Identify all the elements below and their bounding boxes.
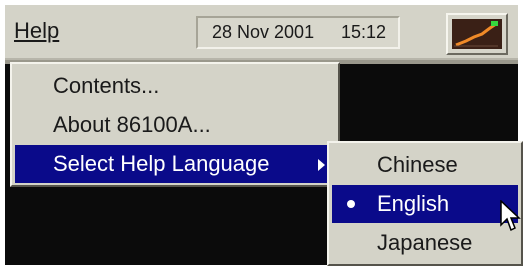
help-dropdown-menu: Contents... About 86100A... Select Help …: [10, 62, 340, 187]
submenu-item-japanese[interactable]: Japanese: [332, 224, 518, 262]
instrument-logo-button[interactable]: [446, 13, 508, 55]
status-led-icon: [491, 21, 498, 26]
submenu-item-english-label: English: [377, 191, 450, 216]
language-submenu: Chinese English Japanese: [327, 141, 523, 266]
date-readout: 28 Nov 2001: [212, 22, 315, 42]
help-menu[interactable]: Help: [14, 18, 59, 44]
menu-item-contents-label: Contents...: [53, 73, 160, 98]
time-readout: 15:12: [341, 22, 387, 42]
menu-bar: Help 28 Nov 2001 15:12: [5, 5, 518, 64]
submenu-item-english[interactable]: English: [332, 185, 518, 223]
radio-selected-icon: [347, 200, 355, 208]
submenu-item-japanese-label: Japanese: [377, 230, 473, 255]
help-menu-label: Help: [14, 18, 60, 43]
submenu-item-chinese-label: Chinese: [377, 152, 458, 177]
menu-item-about-label: About 86100A...: [53, 112, 211, 137]
logo-graph-icon: [452, 19, 502, 49]
menu-item-select-help-language[interactable]: Select Help Language: [15, 145, 335, 183]
menu-item-select-help-language-label: Select Help Language: [53, 151, 270, 176]
menu-item-about[interactable]: About 86100A...: [15, 106, 335, 144]
mouse-pointer-icon: [500, 200, 521, 232]
submenu-item-chinese[interactable]: Chinese: [332, 146, 518, 184]
date-time-display: 28 Nov 2001 15:12: [196, 16, 400, 49]
menu-item-contents[interactable]: Contents...: [15, 67, 335, 105]
submenu-arrow-icon: [318, 159, 325, 171]
